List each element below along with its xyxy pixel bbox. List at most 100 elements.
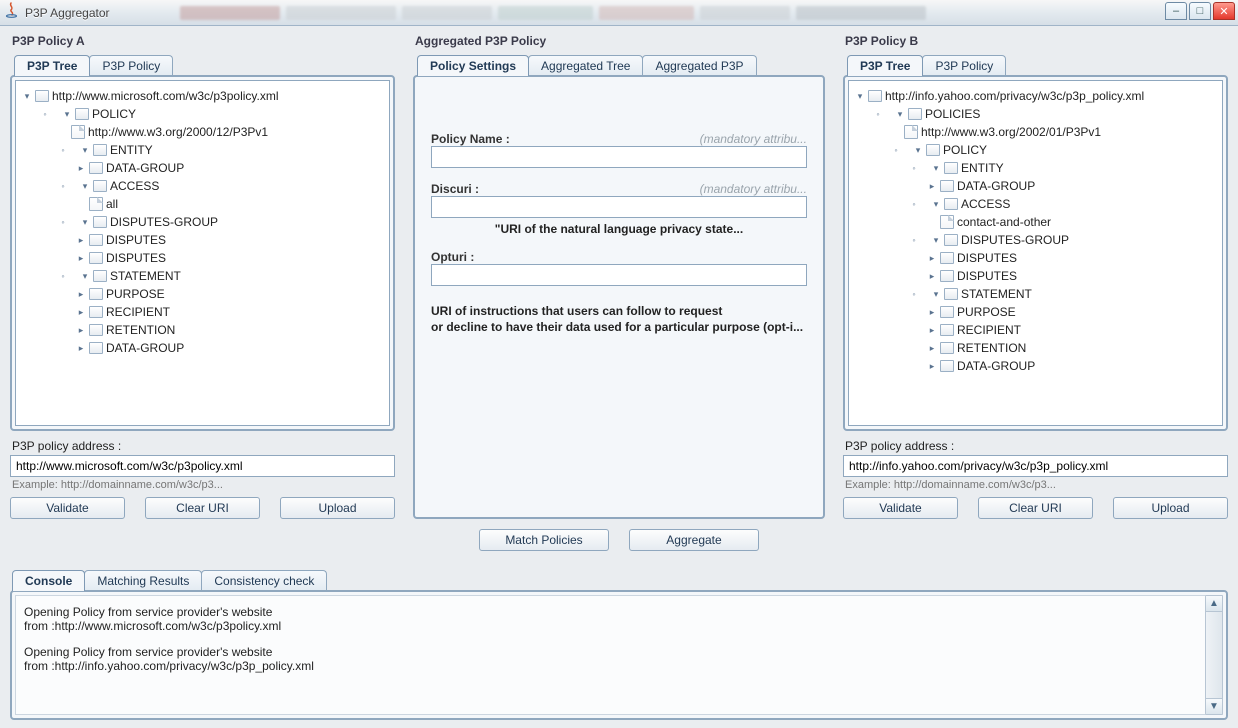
tree-toggle-icon[interactable]: ▾ (855, 91, 865, 101)
tree-toggle-icon[interactable]: ◦ (909, 289, 919, 299)
tree-expand-icon[interactable]: ▸ (76, 343, 86, 353)
tab-p3p-policy-a[interactable]: P3P Policy (89, 55, 173, 76)
policy-b-address-input[interactable] (843, 455, 1228, 477)
tree-toggle-icon[interactable]: ◦ (909, 199, 919, 209)
tree-node[interactable]: DISPUTES (957, 249, 1017, 267)
tree-toggle-icon[interactable]: ▾ (931, 235, 941, 245)
tree-node[interactable]: contact-and-other (957, 213, 1051, 231)
tab-p3p-tree-a[interactable]: P3P Tree (14, 55, 90, 76)
tree-node[interactable]: ENTITY (110, 141, 153, 159)
tree-toggle-icon[interactable]: ▾ (80, 217, 90, 227)
tree-toggle-icon[interactable]: ▾ (895, 109, 905, 119)
window-minimize-button[interactable]: – (1165, 2, 1187, 20)
tree-node[interactable]: DISPUTES (106, 249, 166, 267)
tree-node[interactable]: http://www.w3.org/2000/12/P3Pv1 (88, 123, 268, 141)
policy-b-tree[interactable]: ▾ http://info.yahoo.com/privacy/w3c/p3p_p… (848, 80, 1223, 426)
scroll-down-icon[interactable]: ▼ (1206, 698, 1222, 714)
window-close-button[interactable]: ✕ (1213, 2, 1235, 20)
tree-toggle-icon[interactable]: ◦ (40, 109, 50, 119)
tab-aggregated-p3p[interactable]: Aggregated P3P (642, 55, 756, 76)
tree-node[interactable]: DISPUTES (106, 231, 166, 249)
tab-p3p-tree-b[interactable]: P3P Tree (847, 55, 923, 76)
console-output[interactable]: Opening Policy from service provider's w… (15, 595, 1223, 715)
upload-button-b[interactable]: Upload (1113, 497, 1228, 519)
validate-button-b[interactable]: Validate (843, 497, 958, 519)
tree-expand-icon[interactable]: ▸ (927, 271, 937, 281)
opturi-input[interactable] (431, 264, 807, 286)
upload-button-a[interactable]: Upload (280, 497, 395, 519)
tree-expand-icon[interactable]: ▸ (76, 307, 86, 317)
tree-toggle-icon[interactable]: ▾ (80, 271, 90, 281)
tree-toggle-icon[interactable]: ▾ (913, 145, 923, 155)
tree-expand-icon[interactable]: ▸ (927, 181, 937, 191)
discuri-input[interactable] (431, 196, 807, 218)
tree-expand-icon[interactable]: ▸ (927, 307, 937, 317)
tree-toggle-icon[interactable]: ◦ (58, 271, 68, 281)
tree-node[interactable]: DATA-GROUP (957, 357, 1035, 375)
tree-toggle-icon[interactable]: ◦ (909, 163, 919, 173)
tree-expand-icon[interactable]: ▸ (927, 325, 937, 335)
tree-expand-icon[interactable]: ▸ (927, 253, 937, 263)
tree-toggle-icon[interactable]: ▾ (931, 289, 941, 299)
tree-toggle-icon[interactable]: ▾ (22, 91, 32, 101)
tree-toggle-icon[interactable]: ▾ (931, 199, 941, 209)
tree-node[interactable]: STATEMENT (961, 285, 1032, 303)
tree-toggle-icon[interactable]: ◦ (58, 217, 68, 227)
tree-node[interactable]: POLICIES (925, 105, 980, 123)
tree-toggle-icon[interactable]: ▾ (62, 109, 72, 119)
tree-node[interactable]: RECIPIENT (957, 321, 1021, 339)
tree-node[interactable]: PURPOSE (957, 303, 1016, 321)
tree-node[interactable]: DATA-GROUP (957, 177, 1035, 195)
aggregate-button[interactable]: Aggregate (629, 529, 759, 551)
tree-node[interactable]: PURPOSE (106, 285, 165, 303)
tree-node[interactable]: STATEMENT (110, 267, 181, 285)
tree-expand-icon[interactable]: ▸ (76, 235, 86, 245)
scroll-up-icon[interactable]: ▲ (1206, 596, 1222, 612)
tree-node[interactable]: http://info.yahoo.com/privacy/w3c/p3p_po… (885, 87, 1144, 105)
window-maximize-button[interactable]: □ (1189, 2, 1211, 20)
tree-toggle-icon[interactable]: ◦ (891, 145, 901, 155)
tab-matching-results[interactable]: Matching Results (84, 570, 202, 591)
tree-expand-icon[interactable]: ▸ (927, 361, 937, 371)
tree-expand-icon[interactable]: ▸ (927, 343, 937, 353)
tree-toggle-icon[interactable]: ◦ (909, 235, 919, 245)
tree-node[interactable]: ACCESS (961, 195, 1010, 213)
tree-node[interactable]: ACCESS (110, 177, 159, 195)
tree-toggle-icon[interactable]: ▾ (80, 145, 90, 155)
tree-node[interactable]: DATA-GROUP (106, 339, 184, 357)
tree-node[interactable]: ENTITY (961, 159, 1004, 177)
tree-node[interactable]: POLICY (92, 105, 136, 123)
tree-node[interactable]: RETENTION (957, 339, 1026, 357)
tree-toggle-icon[interactable]: ▾ (80, 181, 90, 191)
clear-uri-button-a[interactable]: Clear URI (145, 497, 260, 519)
tree-expand-icon[interactable]: ▸ (76, 253, 86, 263)
tree-expand-icon[interactable]: ▸ (76, 289, 86, 299)
tree-node[interactable]: DATA-GROUP (106, 159, 184, 177)
policy-a-tree[interactable]: ▾ http://www.microsoft.com/w3c/p3policy.x… (15, 80, 390, 426)
tree-node[interactable]: RECIPIENT (106, 303, 170, 321)
policy-a-address-input[interactable] (10, 455, 395, 477)
console-scrollbar[interactable]: ▲ ▼ (1205, 595, 1223, 715)
tree-expand-icon[interactable]: ▸ (76, 163, 86, 173)
tree-node[interactable]: http://www.w3.org/2002/01/P3Pv1 (921, 123, 1101, 141)
tab-policy-settings[interactable]: Policy Settings (417, 55, 529, 76)
tab-p3p-policy-b[interactable]: P3P Policy (922, 55, 1006, 76)
tree-node[interactable]: DISPUTES-GROUP (961, 231, 1069, 249)
tree-toggle-icon[interactable]: ◦ (58, 181, 68, 191)
validate-button-a[interactable]: Validate (10, 497, 125, 519)
tree-toggle-icon[interactable]: ◦ (58, 145, 68, 155)
clear-uri-button-b[interactable]: Clear URI (978, 497, 1093, 519)
tree-node[interactable]: all (106, 195, 118, 213)
tab-aggregated-tree[interactable]: Aggregated Tree (528, 55, 643, 76)
tree-toggle-icon[interactable]: ▾ (931, 163, 941, 173)
tree-toggle-icon[interactable]: ◦ (873, 109, 883, 119)
policy-name-input[interactable] (431, 146, 807, 168)
tree-node[interactable]: DISPUTES (957, 267, 1017, 285)
tree-node[interactable]: POLICY (943, 141, 987, 159)
tab-console[interactable]: Console (12, 570, 85, 591)
tree-node[interactable]: http://www.microsoft.com/w3c/p3policy.xm… (52, 87, 279, 105)
tab-consistency-check[interactable]: Consistency check (201, 570, 327, 591)
tree-node[interactable]: DISPUTES-GROUP (110, 213, 218, 231)
match-policies-button[interactable]: Match Policies (479, 529, 609, 551)
tree-node[interactable]: RETENTION (106, 321, 175, 339)
